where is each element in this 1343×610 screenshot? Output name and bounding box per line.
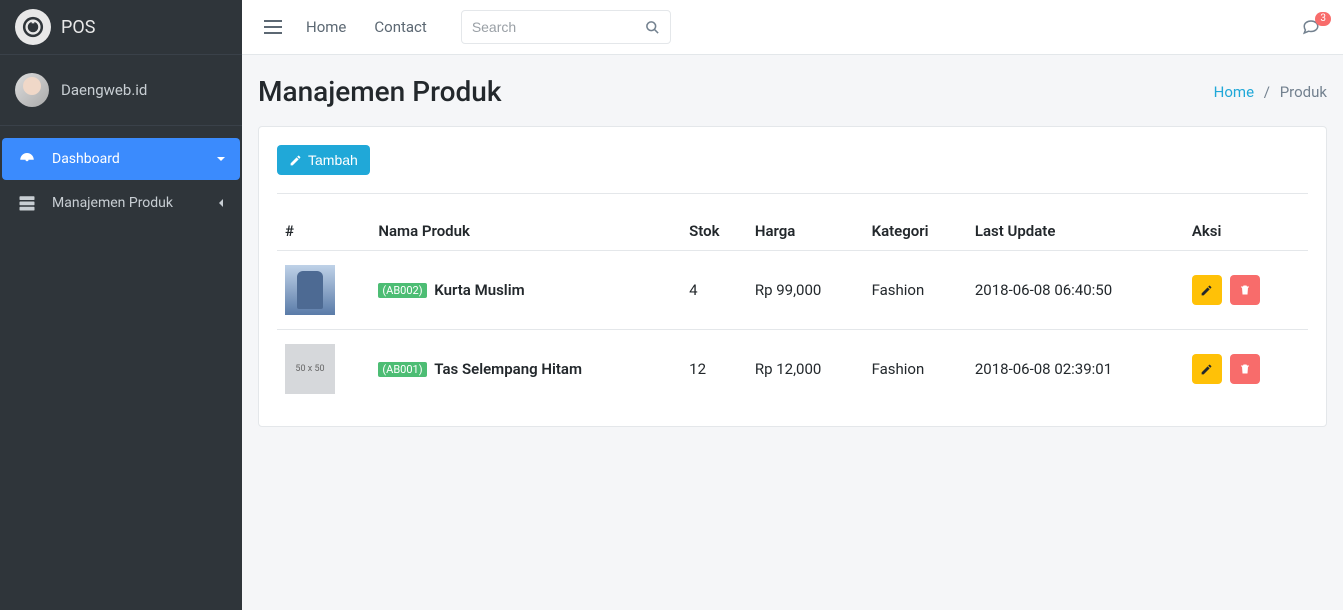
- product-thumb: 50 x 50: [285, 344, 335, 394]
- delete-button[interactable]: [1230, 354, 1260, 384]
- th-updated: Last Update: [967, 212, 1184, 251]
- breadcrumb-home[interactable]: Home: [1214, 83, 1254, 101]
- th-num: #: [277, 212, 370, 251]
- product-price: Rp 99,000: [747, 251, 864, 330]
- sidebar-item-label: Dashboard: [52, 151, 120, 167]
- breadcrumb: Home / Produk: [1214, 83, 1327, 101]
- product-category: Fashion: [864, 251, 967, 330]
- user-name: Daengweb.id: [61, 81, 147, 99]
- product-category: Fashion: [864, 330, 967, 409]
- products-table: # Nama Produk Stok Harga Kategori Last U…: [277, 212, 1308, 408]
- topbar-link-home[interactable]: Home: [292, 18, 360, 36]
- sidebar-item-label: Manajemen Produk: [52, 195, 173, 211]
- product-stock: 4: [681, 251, 747, 330]
- chevron-down-icon: [216, 154, 226, 164]
- dashboard-icon: [18, 150, 38, 168]
- product-code-badge: (AB001): [378, 362, 426, 377]
- server-icon: [18, 194, 38, 212]
- breadcrumb-sep: /: [1264, 83, 1270, 101]
- product-thumb: [285, 265, 335, 315]
- product-updated: 2018-06-08 02:39:01: [967, 330, 1184, 409]
- product-name: Tas Selempang Hitam: [434, 361, 582, 379]
- hamburger-icon[interactable]: [254, 13, 292, 41]
- page-title: Manajemen Produk: [258, 75, 501, 108]
- topbar-link-contact[interactable]: Contact: [360, 18, 440, 36]
- product-updated: 2018-06-08 06:40:50: [967, 251, 1184, 330]
- product-stock: 12: [681, 330, 747, 409]
- table-row: (AB002) Kurta Muslim 4 Rp 99,000 Fashion…: [277, 251, 1308, 330]
- brand: POS: [0, 0, 242, 55]
- delete-button[interactable]: [1230, 275, 1260, 305]
- divider: [277, 193, 1308, 194]
- product-name: Kurta Muslim: [434, 282, 524, 300]
- table-row: 50 x 50 (AB001) Tas Selempang Hitam 12 R…: [277, 330, 1308, 409]
- brand-text: POS: [61, 17, 95, 38]
- edit-button[interactable]: [1192, 275, 1222, 305]
- sidebar: POS Daengweb.id Dashboard Manajemen Prod…: [0, 0, 242, 610]
- card: Tambah # Nama Produk Stok Harga Kategori…: [258, 126, 1327, 427]
- chevron-left-icon: [216, 198, 226, 208]
- sidebar-nav: Dashboard Manajemen Produk: [0, 126, 242, 236]
- product-code-badge: (AB002): [378, 283, 426, 298]
- card-body: Tambah # Nama Produk Stok Harga Kategori…: [259, 127, 1326, 426]
- search-wrap: [461, 10, 671, 44]
- main: Home Contact 3 Manajemen Produk Home / P…: [242, 0, 1343, 610]
- topbar-right: 3: [1291, 12, 1331, 42]
- chat-icon[interactable]: 3: [1291, 12, 1331, 42]
- edit-button[interactable]: [1192, 354, 1222, 384]
- product-price: Rp 12,000: [747, 330, 864, 409]
- page-header: Manajemen Produk Home / Produk: [242, 55, 1343, 126]
- sidebar-item-manajemen-produk[interactable]: Manajemen Produk: [2, 182, 240, 224]
- th-name: Nama Produk: [370, 212, 681, 251]
- add-button[interactable]: Tambah: [277, 145, 370, 175]
- search-icon[interactable]: [635, 10, 671, 44]
- th-price: Harga: [747, 212, 864, 251]
- th-stock: Stok: [681, 212, 747, 251]
- th-action: Aksi: [1184, 212, 1308, 251]
- brand-logo-icon: [15, 9, 51, 45]
- user-block: Daengweb.id: [0, 55, 242, 126]
- breadcrumb-current: Produk: [1280, 83, 1327, 101]
- avatar: [15, 73, 49, 107]
- sidebar-item-dashboard[interactable]: Dashboard: [2, 138, 240, 180]
- edit-icon: [289, 154, 302, 167]
- topbar: Home Contact 3: [242, 0, 1343, 55]
- add-button-label: Tambah: [308, 152, 358, 168]
- th-category: Kategori: [864, 212, 967, 251]
- notification-badge: 3: [1315, 12, 1331, 26]
